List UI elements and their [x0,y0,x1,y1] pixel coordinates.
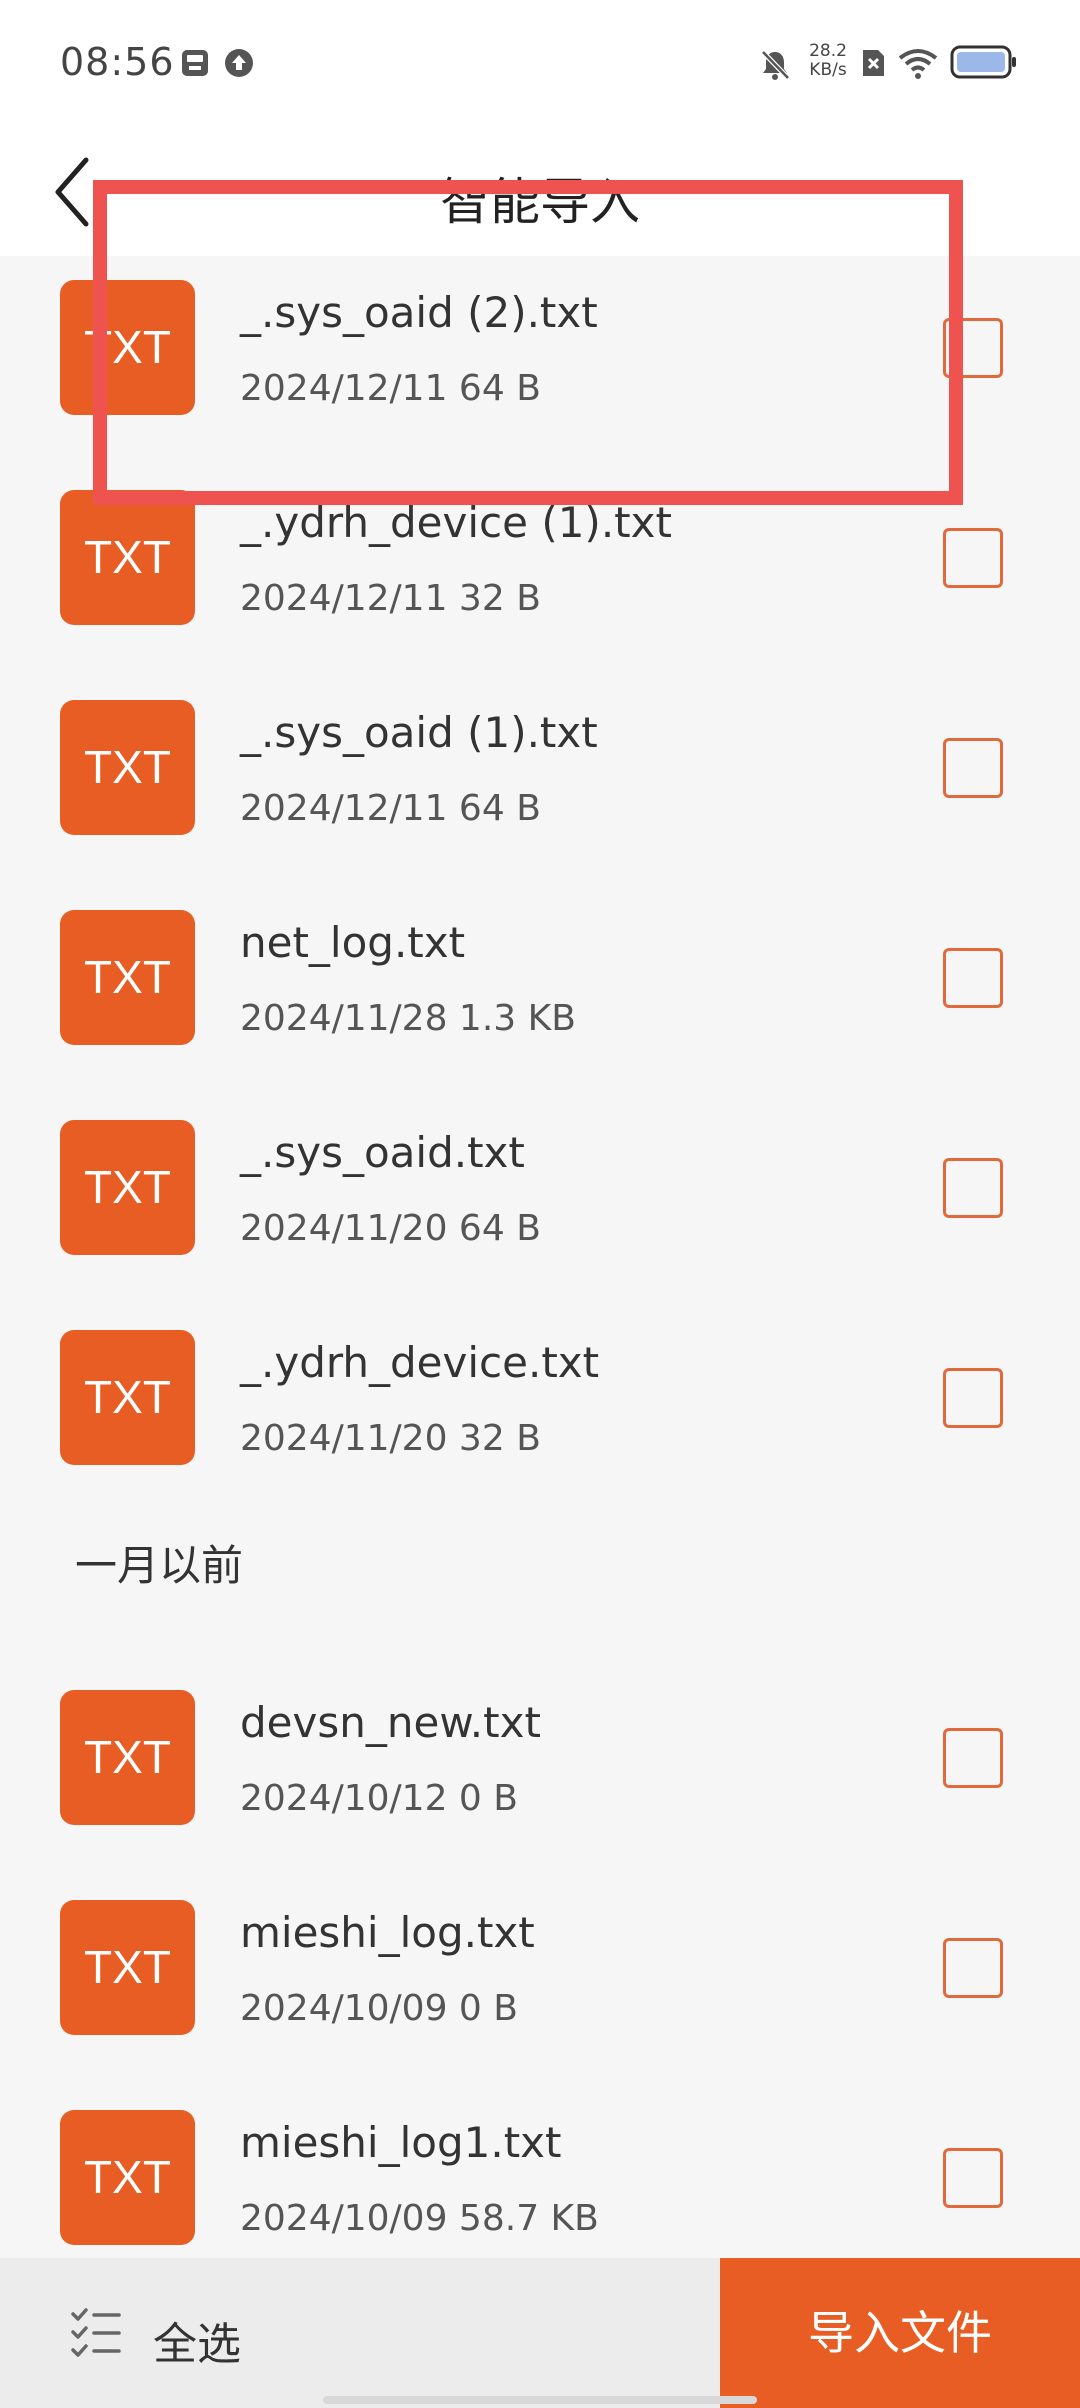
checkbox[interactable] [943,948,1003,1008]
file-meta: 2024/12/11 64 B [240,788,541,829]
net-speed: 28.2 KB/s [800,42,856,80]
section-header: 一月以前 [75,1541,244,1590]
bottom-bar: 全选 导入文件 [0,2258,1080,2408]
highlight-box [93,180,963,505]
file-meta: 2024/12/11 32 B [240,578,541,619]
txt-file-icon: TXT [60,1330,195,1465]
list-item[interactable]: TXT net_log.txt 2024/11/28 1.3 KB [0,898,1080,1108]
list-item[interactable]: TXT _.sys_oaid.txt 2024/11/20 64 B [0,1108,1080,1318]
file-name: _.sys_oaid.txt [240,1128,525,1177]
list-item[interactable]: TXT _.sys_oaid (1).txt 2024/12/11 64 B [0,688,1080,898]
net-speed-value: 28.2 [809,41,847,61]
file-name: devsn_new.txt [240,1698,541,1747]
txt-file-icon: TXT [60,1690,195,1825]
checkbox[interactable] [943,1938,1003,1998]
sim-x-icon [863,50,884,76]
status-bar: 08:56 28.2 KB/s [0,0,1080,128]
file-meta: 2024/10/09 58.7 KB [240,2198,599,2239]
file-name: _.ydrh_device (1).txt [240,498,672,547]
file-name: _.sys_oaid (1).txt [240,708,598,757]
file-name: mieshi_log.txt [240,1908,535,1957]
file-name: mieshi_log1.txt [240,2118,562,2167]
select-all-button[interactable]: 全选 [0,2258,720,2408]
file-name: _.ydrh_device.txt [240,1338,600,1387]
battery-icon [950,45,1016,79]
upload-icon [225,49,253,77]
list-item[interactable]: TXT _.ydrh_device (1).txt 2024/12/11 32 … [0,478,1080,688]
checkbox[interactable] [943,738,1003,798]
file-name: net_log.txt [240,918,466,967]
file-meta: 2024/10/09 0 B [240,1988,518,2029]
wifi-icon [898,49,938,79]
txt-file-icon: TXT [60,2110,195,2245]
file-meta: 2024/11/20 32 B [240,1418,541,1459]
mute-bell-icon [761,50,790,80]
txt-file-icon: TXT [60,910,195,1045]
home-indicator[interactable] [323,2396,757,2404]
file-meta: 2024/11/28 1.3 KB [240,998,576,1039]
net-speed-unit: KB/s [809,60,847,80]
checkbox[interactable] [943,2148,1003,2208]
status-time: 08:56 [60,40,175,84]
checkbox[interactable] [943,1368,1003,1428]
import-files-button[interactable]: 导入文件 [720,2258,1080,2408]
txt-file-icon: TXT [60,490,195,625]
checkbox[interactable] [943,528,1003,588]
list-item[interactable]: TXT devsn_new.txt 2024/10/12 0 B [0,1678,1080,1888]
file-meta: 2024/11/20 64 B [240,1208,541,1249]
list-item[interactable]: TXT _.ydrh_device.txt 2024/11/20 32 B [0,1318,1080,1528]
txt-file-icon: TXT [60,1900,195,2035]
file-meta: 2024/10/12 0 B [240,1778,518,1819]
txt-file-icon: TXT [60,700,195,835]
checkbox[interactable] [943,1728,1003,1788]
list-item[interactable]: TXT mieshi_log.txt 2024/10/09 0 B [0,1888,1080,2098]
checkbox[interactable] [943,1158,1003,1218]
select-all-label: 全选 [153,2319,241,2370]
txt-file-icon: TXT [60,1120,195,1255]
storage-icon [182,50,208,76]
checklist-icon [71,2308,121,2357]
